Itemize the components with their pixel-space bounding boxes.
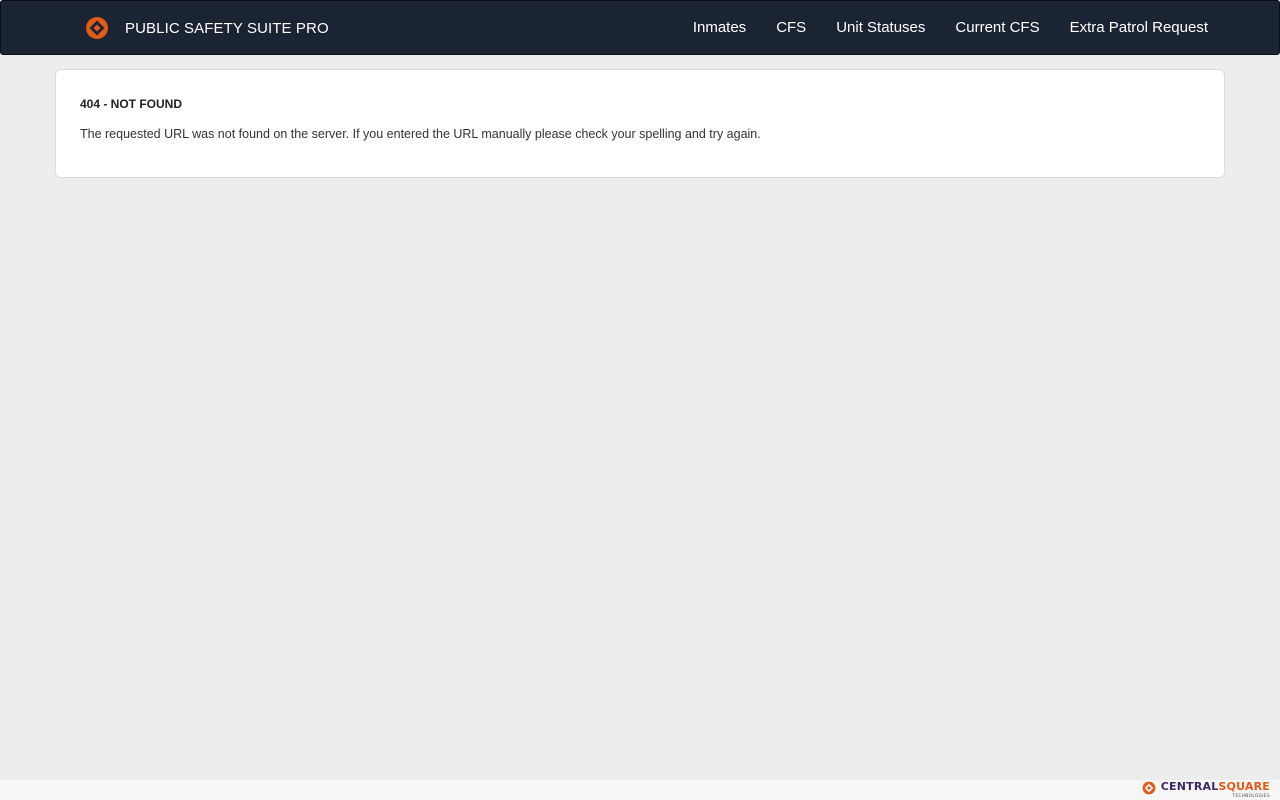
nav-item-extra-patrol-request[interactable]: Extra Patrol Request — [1055, 1, 1223, 54]
footer-brand: CENTRALSQUARE TECHNOLOGIES — [1142, 780, 1270, 800]
centralsquare-logo-icon — [1142, 781, 1156, 795]
main-nav: Inmates CFS Unit Statuses Current CFS Ex… — [678, 1, 1223, 54]
nav-item-cfs[interactable]: CFS — [761, 1, 821, 54]
app-title: PUBLIC SAFETY SUITE PRO — [125, 20, 329, 37]
footer-brand-text: CENTRALSQUARE TECHNOLOGIES — [1161, 780, 1270, 798]
nav-item-inmates[interactable]: Inmates — [678, 1, 761, 54]
nav-item-unit-statuses[interactable]: Unit Statuses — [821, 1, 940, 54]
footer-brand-part1: CENTRAL — [1160, 780, 1219, 793]
centralsquare-logo-icon — [86, 17, 108, 39]
footer-brand-sub: TECHNOLOGIES — [1232, 793, 1270, 798]
nav-item-current-cfs[interactable]: Current CFS — [940, 1, 1054, 54]
error-message: The requested URL was not found on the s… — [80, 127, 761, 141]
footer-brand-part2: SQUARE — [1218, 780, 1270, 793]
error-card: 404 - NOT FOUND The requested URL was no… — [55, 69, 1225, 178]
footer-brand-name: CENTRALSQUARE — [1161, 780, 1270, 793]
error-title: 404 - NOT FOUND — [80, 97, 183, 111]
brand-link[interactable]: PUBLIC SAFETY SUITE PRO — [85, 15, 329, 41]
top-navbar: PUBLIC SAFETY SUITE PRO Inmates CFS Unit… — [0, 0, 1280, 55]
footer: CENTRALSQUARE TECHNOLOGIES — [0, 780, 1280, 800]
